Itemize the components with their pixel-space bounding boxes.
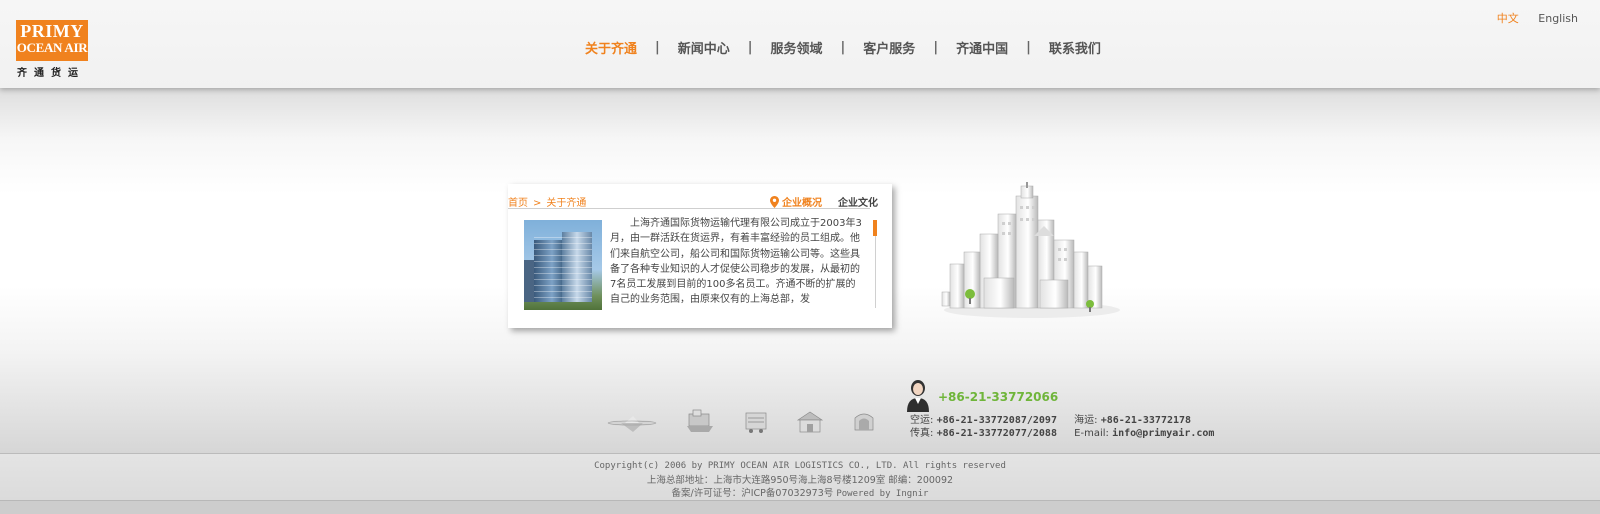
logo[interactable]: PRIMY OCEAN AIR 齐通货运	[16, 20, 88, 79]
scrollbar-thumb[interactable]	[873, 220, 877, 236]
sea-label: 海运:	[1074, 415, 1098, 426]
logo-line1: PRIMY	[20, 21, 84, 41]
nav-separator: |	[1026, 40, 1031, 55]
nav-item-customer-service[interactable]: 客户服务	[863, 38, 915, 57]
copyright-text: Copyright(c) 2006 by PRIMY OCEAN AIR LOG…	[594, 461, 1006, 471]
company-intro-text: 上海齐通国际货物运输代理有限公司成立于2003年3月，由一群活跃在货运界，有着丰…	[610, 216, 864, 308]
nav-separator: |	[840, 40, 846, 55]
customs-icon[interactable]	[849, 410, 879, 434]
powered-by-text[interactable]: Powered by Ingnir	[836, 489, 928, 499]
fax-phone: +86-21-33772077/2088	[936, 428, 1057, 439]
airplane-icon[interactable]	[603, 412, 661, 434]
service-icons-row	[603, 408, 903, 434]
breadcrumb: 首页 > 关于齐通	[508, 194, 586, 209]
nav-separator: |	[747, 40, 753, 55]
warehouse-icon[interactable]	[795, 410, 825, 434]
email-link[interactable]: info@primyair.com	[1112, 428, 1214, 439]
location-pin-icon	[770, 195, 779, 208]
truck-icon[interactable]	[741, 410, 771, 434]
tab-company-overview-label: 企业概况	[782, 198, 822, 209]
logo-line2: OCEAN AIR	[16, 40, 88, 55]
lang-english-link[interactable]: English	[1538, 12, 1578, 25]
panel-header: 首页 > 关于齐通 企业概况 企业文化	[508, 188, 892, 210]
nav-separator: |	[933, 40, 939, 55]
nav-item-primy-china[interactable]: 齐通中国	[956, 38, 1008, 57]
contact-line-1: 空运: +86-21-33772087/2097 海运: +86-21-3377…	[910, 414, 1214, 427]
panel-divider	[508, 208, 870, 209]
icp-link[interactable]: 沪ICP备07032973号	[741, 488, 833, 499]
logo-subtitle: 齐通货运	[17, 68, 85, 79]
logo-mark: PRIMY OCEAN AIR	[16, 20, 88, 61]
contact-area	[0, 353, 1600, 453]
about-panel: 首页 > 关于齐通 企业概况 企业文化 上海齐通国际货物运输代理有限公司成立于200…	[508, 184, 892, 328]
air-label: 空运:	[910, 415, 934, 426]
city-buildings-illustration	[941, 182, 1120, 318]
air-phone[interactable]: +86-21-33772087/2097	[937, 415, 1057, 426]
contact-details: 空运: +86-21-33772087/2097 海运: +86-21-3377…	[910, 414, 1214, 440]
tab-company-culture[interactable]: 企业文化	[838, 194, 878, 209]
main-phone-number[interactable]: +86-21-33772066	[938, 390, 1058, 404]
nav-item-news[interactable]: 新闻中心	[678, 38, 730, 57]
ship-icon[interactable]	[685, 408, 717, 434]
contact-line-2: 传真: +86-21-33772077/2088 E-mail: info@pr…	[910, 427, 1214, 440]
language-switcher: 中文 English	[1481, 10, 1578, 26]
address-text: 上海总部地址：上海市大连路950号海上海8号楼1209室 邮编：200092	[646, 474, 954, 486]
fax-label: 传真:	[910, 428, 934, 439]
main-nav: 关于齐通 | 新闻中心 | 服务领域 | 客户服务 | 齐通中国 | 联系我们	[585, 38, 1101, 57]
nav-separator: |	[655, 40, 660, 55]
footer-bottom-bar	[0, 500, 1600, 514]
nav-item-services[interactable]: 服务领域	[771, 38, 823, 57]
panel-tabs: 企业概况 企业文化	[770, 194, 878, 209]
sea-phone[interactable]: +86-21-33772178	[1101, 415, 1191, 426]
icp-prefix: 备案/许可证号：	[671, 488, 742, 499]
lang-chinese-link[interactable]: 中文	[1497, 12, 1519, 25]
site-header: PRIMY OCEAN AIR 齐通货运 中文 English 关于齐通 | 新…	[0, 0, 1600, 88]
nav-item-contact[interactable]: 联系我们	[1049, 38, 1101, 57]
company-intro-paragraph: 上海齐通国际货物运输代理有限公司成立于2003年3月，由一群活跃在货运界，有着丰…	[610, 218, 862, 306]
email-label: E-mail:	[1074, 428, 1109, 439]
tab-company-overview[interactable]: 企业概况	[770, 194, 822, 209]
customer-service-avatar-icon	[907, 380, 929, 412]
nav-item-about[interactable]: 关于齐通	[585, 38, 637, 57]
office-building-photo	[524, 220, 602, 310]
